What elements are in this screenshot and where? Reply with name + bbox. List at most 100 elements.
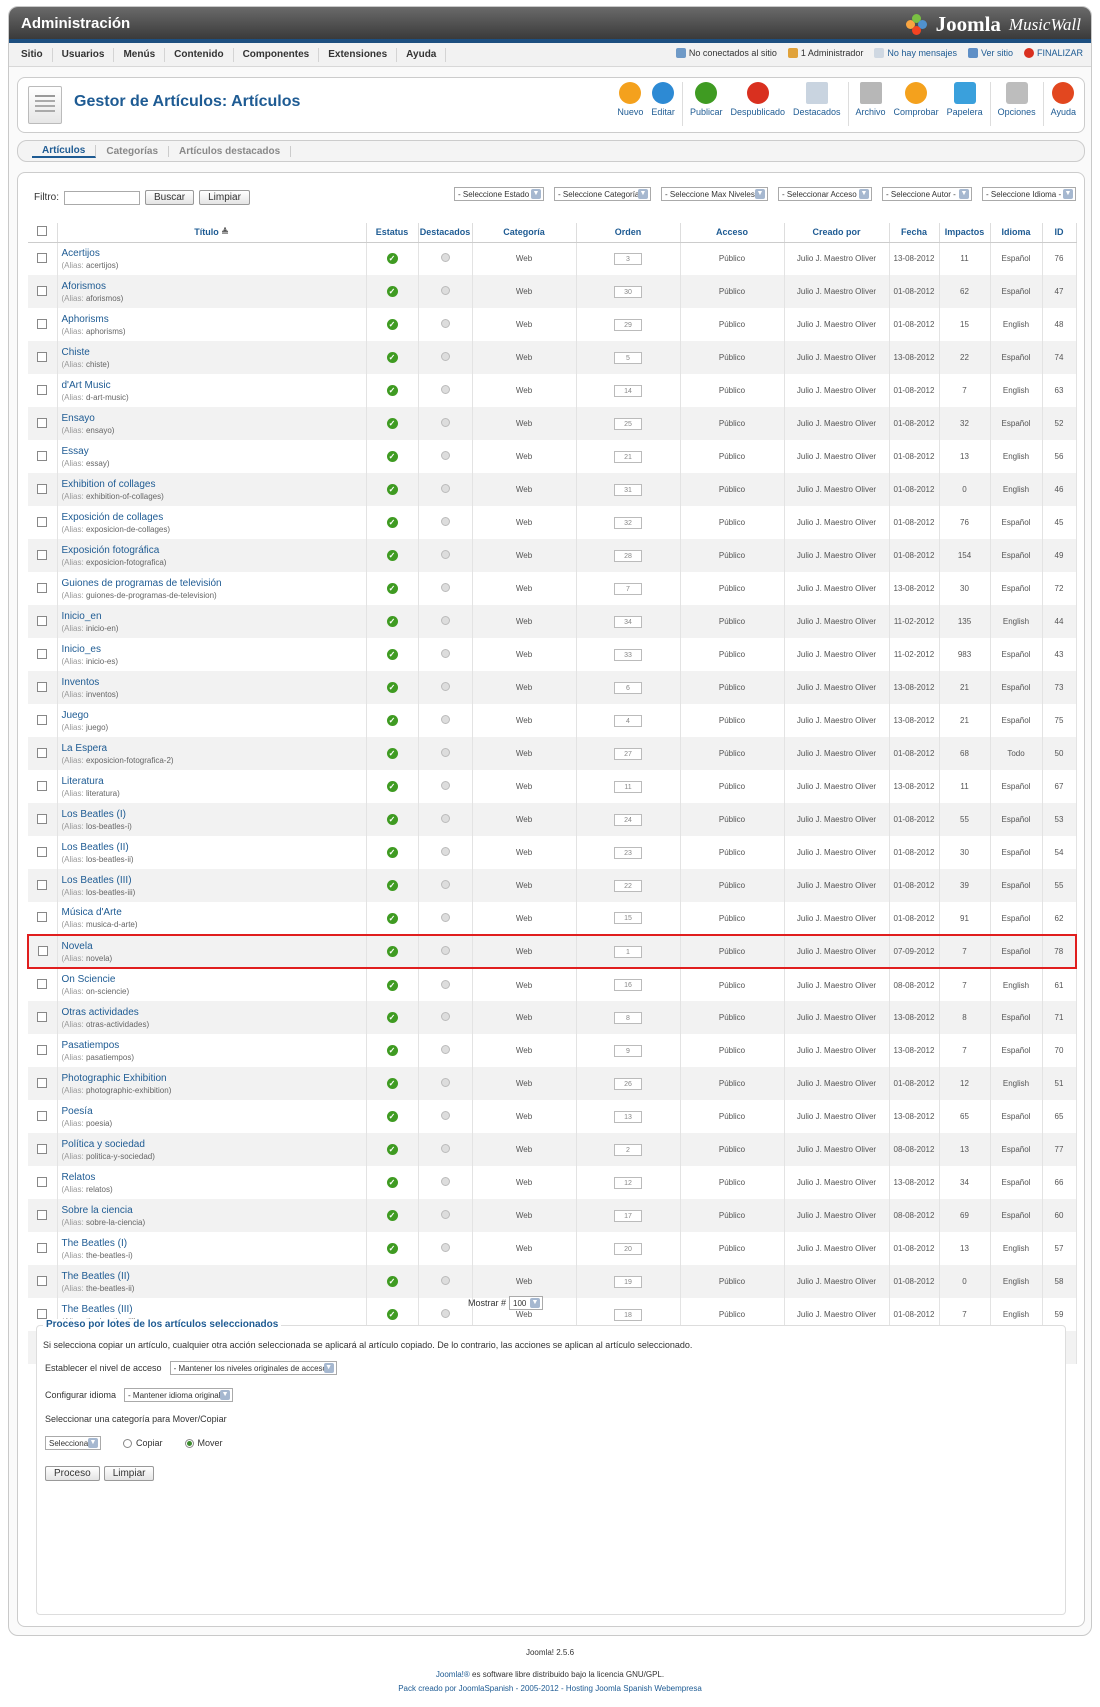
move-radio[interactable] bbox=[184, 1439, 194, 1449]
article-title-link[interactable]: Chiste bbox=[62, 346, 366, 359]
article-title-link[interactable]: d'Art Music bbox=[62, 379, 366, 392]
row-checkbox[interactable] bbox=[37, 285, 48, 296]
col-id[interactable]: ID bbox=[1042, 223, 1077, 243]
order-input[interactable]: 30 bbox=[614, 285, 642, 298]
article-title-link[interactable]: Aphorisms bbox=[62, 313, 366, 326]
access-select[interactable]: - Seleccionar Acceso - ▼ bbox=[778, 187, 872, 201]
not-featured-icon[interactable] bbox=[440, 451, 450, 460]
copy-option[interactable]: Copiar bbox=[123, 1438, 163, 1449]
article-title-link[interactable]: Essay bbox=[62, 445, 366, 458]
published-check-icon[interactable]: ✓ bbox=[386, 1177, 398, 1188]
view-site-text[interactable]: Ver sitio bbox=[981, 48, 1013, 58]
unpublish-button[interactable]: Despublicado bbox=[726, 82, 789, 117]
row-checkbox[interactable] bbox=[37, 813, 48, 824]
published-check-icon[interactable]: ✓ bbox=[386, 1012, 398, 1023]
published-check-icon[interactable]: ✓ bbox=[386, 253, 398, 265]
order-input[interactable]: 3 bbox=[614, 252, 642, 265]
row-checkbox[interactable] bbox=[37, 1110, 48, 1121]
batch-access-select[interactable]: - Mantener los niveles originales de acc… bbox=[169, 1361, 337, 1375]
not-featured-icon[interactable] bbox=[440, 1309, 450, 1318]
article-title-link[interactable]: Los Beatles (II) bbox=[62, 841, 366, 854]
row-checkbox[interactable] bbox=[37, 1143, 48, 1154]
not-featured-icon[interactable] bbox=[440, 319, 450, 328]
logout-link[interactable]: FINALIZAR bbox=[1023, 48, 1083, 58]
max-levels-select[interactable]: - Seleccione Max Niveles - ▼ bbox=[661, 187, 768, 201]
article-title-link[interactable]: La Espera bbox=[62, 742, 366, 755]
not-featured-icon[interactable] bbox=[440, 484, 450, 493]
order-input[interactable]: 12 bbox=[614, 1176, 642, 1189]
row-checkbox[interactable] bbox=[37, 1275, 48, 1286]
article-title-link[interactable]: Inventos bbox=[62, 676, 366, 689]
article-title-link[interactable]: Los Beatles (III) bbox=[62, 874, 366, 887]
limit-select[interactable]: 100 ▼ bbox=[509, 1296, 544, 1310]
not-featured-icon[interactable] bbox=[440, 1276, 450, 1285]
row-checkbox[interactable] bbox=[37, 351, 48, 362]
publish-button[interactable]: Publicar bbox=[686, 82, 727, 117]
row-checkbox[interactable] bbox=[37, 1308, 48, 1319]
row-checkbox[interactable] bbox=[37, 879, 48, 890]
row-checkbox[interactable] bbox=[37, 615, 48, 626]
order-input[interactable]: 27 bbox=[614, 747, 642, 760]
row-checkbox[interactable] bbox=[37, 681, 48, 692]
order-input[interactable]: 21 bbox=[614, 450, 642, 463]
published-check-icon[interactable]: ✓ bbox=[386, 517, 398, 528]
published-check-icon[interactable]: ✓ bbox=[386, 484, 398, 495]
col-hits[interactable]: Impactos bbox=[939, 223, 991, 243]
batch-category-select[interactable]: Seleccionar ▼ bbox=[45, 1436, 101, 1450]
row-checkbox[interactable] bbox=[37, 384, 48, 395]
order-input[interactable]: 5 bbox=[614, 351, 642, 364]
not-featured-icon[interactable] bbox=[440, 253, 450, 263]
options-button[interactable]: Opciones bbox=[994, 82, 1040, 117]
order-input[interactable]: 32 bbox=[614, 516, 642, 529]
col-access[interactable]: Acceso bbox=[680, 223, 785, 243]
order-input[interactable]: 1 bbox=[614, 945, 642, 958]
published-check-icon[interactable]: ✓ bbox=[386, 385, 398, 396]
order-input[interactable]: 24 bbox=[614, 813, 642, 826]
col-featured[interactable]: Destacados bbox=[418, 223, 473, 243]
not-featured-icon[interactable] bbox=[440, 649, 450, 658]
row-checkbox[interactable] bbox=[37, 945, 48, 956]
article-title-link[interactable]: The Beatles (II) bbox=[62, 1270, 366, 1283]
order-input[interactable]: 2 bbox=[614, 1143, 642, 1156]
row-checkbox[interactable] bbox=[37, 846, 48, 857]
not-featured-icon[interactable] bbox=[440, 418, 450, 427]
published-check-icon[interactable]: ✓ bbox=[386, 286, 398, 297]
row-checkbox[interactable] bbox=[37, 1209, 48, 1220]
article-title-link[interactable]: Los Beatles (I) bbox=[62, 808, 366, 821]
article-title-link[interactable]: Exposición de collages bbox=[62, 511, 366, 524]
row-checkbox[interactable] bbox=[37, 1077, 48, 1088]
help-button[interactable]: Ayuda bbox=[1047, 82, 1080, 117]
published-check-icon[interactable]: ✓ bbox=[386, 814, 398, 825]
article-title-link[interactable]: Poesía bbox=[62, 1105, 366, 1118]
copy-radio[interactable] bbox=[123, 1439, 132, 1449]
row-checkbox[interactable] bbox=[37, 450, 48, 461]
article-title-link[interactable]: Pasatiempos bbox=[62, 1039, 366, 1052]
not-featured-icon[interactable] bbox=[440, 616, 450, 625]
order-input[interactable]: 34 bbox=[614, 615, 642, 628]
not-featured-icon[interactable] bbox=[440, 946, 450, 955]
not-featured-icon[interactable] bbox=[440, 1210, 450, 1219]
article-title-link[interactable]: Música d'Arte bbox=[62, 906, 366, 919]
batch-process-button[interactable]: Proceso bbox=[45, 1466, 100, 1481]
not-featured-icon[interactable] bbox=[440, 1045, 450, 1054]
not-featured-icon[interactable] bbox=[440, 847, 450, 856]
not-featured-icon[interactable] bbox=[440, 912, 450, 922]
article-title-link[interactable]: Photographic Exhibition bbox=[62, 1072, 366, 1085]
order-input[interactable]: 13 bbox=[614, 1110, 642, 1123]
archive-button[interactable]: Archivo bbox=[852, 82, 890, 117]
published-check-icon[interactable]: ✓ bbox=[386, 418, 398, 429]
batch-clear-button[interactable]: Limpiar bbox=[103, 1466, 155, 1481]
move-option[interactable]: Mover bbox=[184, 1438, 223, 1449]
published-check-icon[interactable]: ✓ bbox=[386, 880, 398, 891]
menu-usuarios[interactable]: Usuarios bbox=[53, 47, 115, 62]
not-featured-icon[interactable] bbox=[440, 517, 450, 526]
order-input[interactable]: 20 bbox=[614, 1242, 642, 1255]
not-featured-icon[interactable] bbox=[440, 550, 450, 559]
col-status[interactable]: Estatus bbox=[366, 223, 419, 243]
col-language[interactable]: Idioma bbox=[990, 223, 1043, 243]
state-select[interactable]: - Seleccione Estado - ▼ bbox=[454, 187, 544, 201]
order-input[interactable]: 14 bbox=[614, 384, 642, 397]
select-all-checkbox[interactable] bbox=[37, 226, 48, 237]
article-title-link[interactable]: Novela bbox=[62, 940, 366, 953]
tab-categorias[interactable]: Categorías bbox=[96, 145, 170, 157]
